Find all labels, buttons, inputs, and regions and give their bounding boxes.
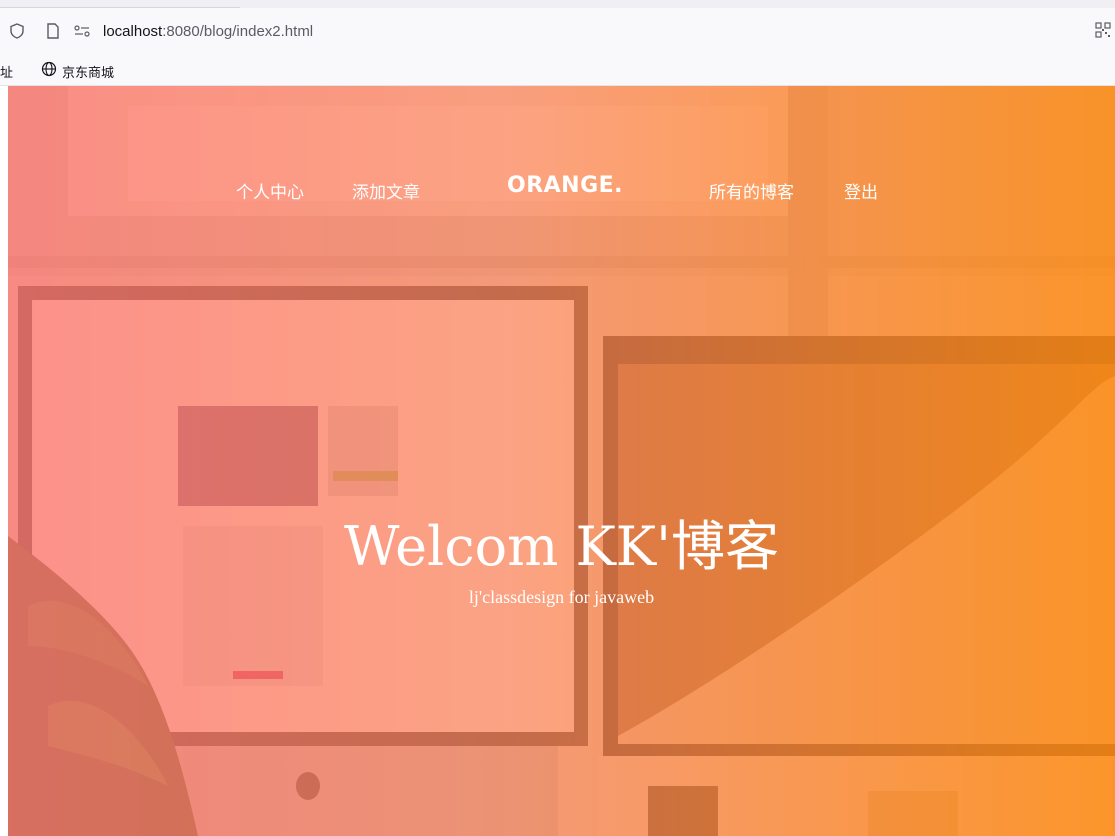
url-host: localhost: [103, 23, 163, 40]
tab-strip: [0, 0, 1115, 8]
bookmark-jd[interactable]: 京东商城: [62, 62, 114, 81]
nav-logout[interactable]: 登出: [844, 178, 878, 203]
shield-icon[interactable]: [8, 22, 26, 40]
qr-code-icon[interactable]: [1094, 21, 1112, 39]
hero-title: Welcom KK'博客: [344, 515, 779, 578]
bookmarks-toolbar: 址 京东商城: [0, 52, 1115, 86]
nav-personal-center[interactable]: 个人中心: [236, 178, 304, 203]
connection-icon[interactable]: [73, 22, 91, 40]
globe-icon[interactable]: [41, 61, 57, 77]
brand-logo[interactable]: ORANGE.: [507, 173, 623, 198]
nav-all-blogs[interactable]: 所有的博客: [709, 178, 794, 203]
hero-orange-overlay: [8, 86, 1115, 836]
page-icon[interactable]: [44, 22, 62, 40]
bookmark-partial[interactable]: 址: [0, 62, 13, 81]
url-text[interactable]: localhost:8080/blog/index2.html: [103, 23, 313, 40]
url-path: :8080/blog/index2.html: [162, 23, 314, 40]
address-bar[interactable]: localhost:8080/blog/index2.html: [0, 8, 1115, 52]
nav-add-article[interactable]: 添加文章: [352, 178, 420, 203]
page-viewport: 个人中心 添加文章 ORANGE. 所有的博客 登出 Welcom KK'博客 …: [8, 86, 1115, 836]
hero-subtitle: lj'classdesign for javaweb: [468, 587, 655, 607]
